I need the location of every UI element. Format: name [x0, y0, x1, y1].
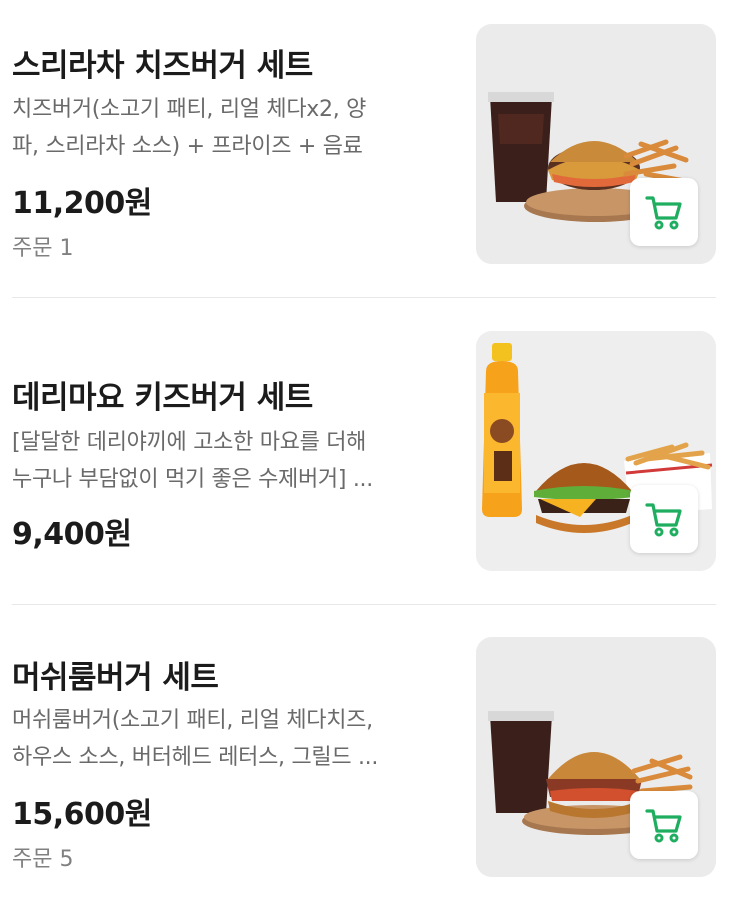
menu-item-description: [달달한 데리야끼에 고소한 마요를 더해 누구나 부담없이 먹기 좋은 수제버… [12, 424, 432, 498]
description-line: 파, 스리라차 소스) + 프라이즈 + 음료 [12, 134, 363, 159]
menu-item-price: 9,400원 [12, 517, 132, 552]
description-line: 치즈버거(소고기 패티, 리얼 체다x2, 양 [12, 97, 367, 122]
description-line: 누구나 부담없이 먹기 좋은 수제버거] ... [12, 467, 373, 492]
menu-item-photo[interactable] [476, 24, 716, 264]
menu-item-teriyaki-mayo-kids-burger-set[interactable]: 데리마요 키즈버거 세트 [달달한 데리야끼에 고소한 마요를 더해 누구나 부… [0, 298, 736, 604]
description-line: 머쉬룸버거(소고기 패티, 리얼 체다치즈, [12, 708, 373, 733]
menu-item-description: 치즈버거(소고기 패티, 리얼 체다x2, 양 파, 스리라차 소스) + 프라… [12, 91, 432, 165]
menu-item-name: 머쉬룸버거 세트 [12, 660, 219, 696]
cart-icon [645, 809, 682, 843]
menu-item-mushroom-burger-set[interactable]: 머쉬룸버거 세트 머쉬룸버거(소고기 패티, 리얼 체다치즈, 하우스 소스, … [0, 605, 736, 908]
add-to-cart-button[interactable] [630, 178, 698, 246]
description-line: [달달한 데리야끼에 고소한 마요를 더해 [12, 430, 367, 455]
order-count: 주문 1 [12, 236, 74, 261]
add-to-cart-button[interactable] [630, 485, 698, 553]
menu-list: 스리라차 치즈버거 세트 치즈버거(소고기 패티, 리얼 체다x2, 양 파, … [0, 0, 736, 908]
cart-icon [645, 196, 682, 230]
menu-item-sriracha-cheeseburger-set[interactable]: 스리라차 치즈버거 세트 치즈버거(소고기 패티, 리얼 체다x2, 양 파, … [0, 0, 736, 298]
menu-item-description: 머쉬룸버거(소고기 패티, 리얼 체다치즈, 하우스 소스, 버터헤드 레터스,… [12, 702, 432, 776]
description-line: 하우스 소스, 버터헤드 레터스, 그릴드 ... [12, 745, 379, 770]
menu-item-price: 11,200원 [12, 186, 152, 221]
menu-item-price: 15,600원 [12, 797, 152, 832]
menu-item-name: 데리마요 키즈버거 세트 [12, 380, 313, 416]
menu-item-photo[interactable] [476, 331, 716, 571]
cart-icon [645, 503, 682, 537]
menu-item-name: 스리라차 치즈버거 세트 [12, 48, 313, 84]
add-to-cart-button[interactable] [630, 791, 698, 859]
menu-item-photo[interactable] [476, 637, 716, 877]
order-count: 주문 5 [12, 847, 74, 872]
